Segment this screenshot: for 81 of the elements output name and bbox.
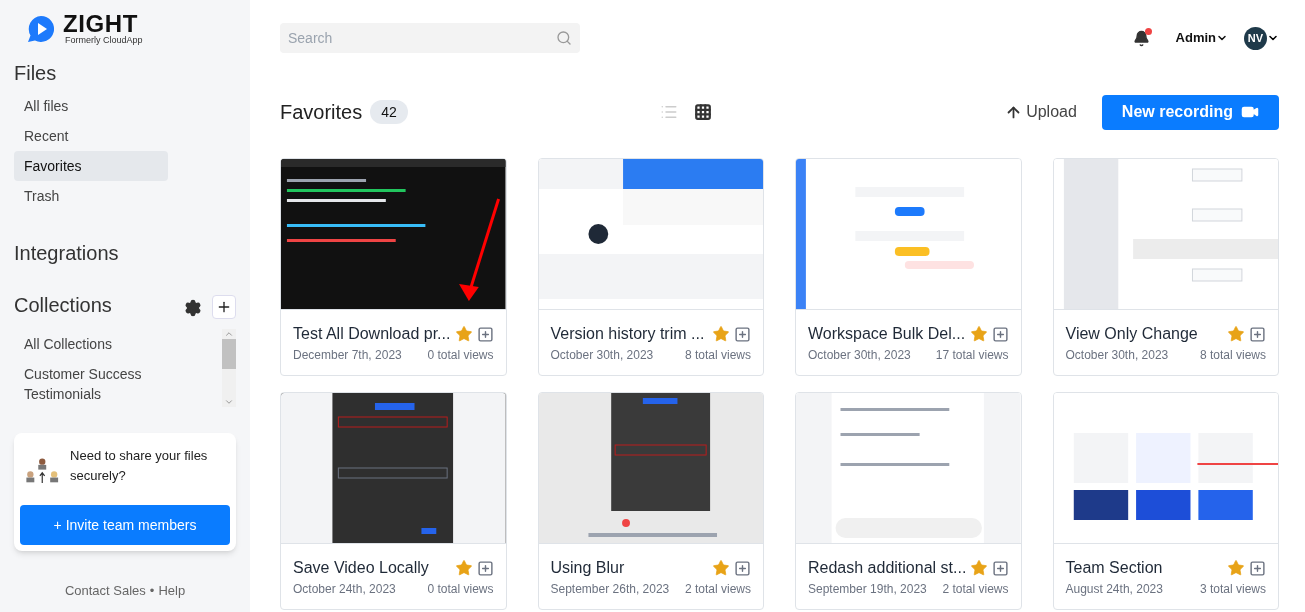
view-count: 0 total views (427, 347, 494, 363)
file-date: August 24th, 2023 (1065, 581, 1163, 597)
star-icon[interactable] (712, 325, 730, 343)
view-count: 2 total views (684, 581, 751, 597)
star-icon[interactable] (454, 325, 473, 343)
file-card[interactable]: Version history trim ... October 30th, 2023 8 total views (537, 158, 764, 376)
new-recording-button[interactable]: New recording (1101, 94, 1279, 130)
file-date: September 19th, 2023 (808, 581, 927, 597)
section-heading: Collections (14, 293, 113, 318)
add-to-collection-icon[interactable] (1249, 559, 1266, 577)
file-title[interactable]: Redash additional st... (808, 558, 966, 578)
logo-icon (27, 14, 55, 43)
view-count: 0 total views (427, 581, 494, 597)
file-card[interactable]: Using Blur September 26th, 2023 2 total views (537, 392, 764, 610)
nav-item[interactable]: Trash (14, 181, 168, 211)
star-icon[interactable] (1227, 325, 1245, 343)
scrollbar[interactable] (222, 329, 236, 407)
list-view-icon[interactable] (660, 103, 679, 121)
nav-item[interactable]: All files (14, 91, 168, 121)
nav-item[interactable]: Favorites (14, 151, 168, 181)
file-date: October 30th, 2023 (550, 347, 654, 363)
star-icon[interactable] (1227, 559, 1245, 577)
file-title[interactable]: Save Video Locally (293, 558, 451, 578)
star-icon[interactable] (969, 559, 988, 577)
settings-icon[interactable] (184, 299, 202, 317)
file-card[interactable]: Team Section August 24th, 2023 3 total views (1052, 392, 1279, 610)
file-title[interactable]: Test All Download pr... (293, 324, 451, 344)
add-collection-button[interactable] (212, 295, 236, 319)
notification-bell-icon[interactable] (1132, 29, 1150, 47)
scroll-up-icon[interactable] (224, 329, 234, 339)
help-link[interactable]: Help (158, 580, 186, 600)
add-to-collection-icon[interactable] (476, 325, 494, 343)
star-icon[interactable] (969, 325, 988, 343)
separator: • (149, 581, 155, 600)
file-title[interactable]: View Only Change (1065, 324, 1223, 344)
file-date: September 26th, 2023 (550, 581, 670, 597)
file-date: October 30th, 2023 (1065, 347, 1169, 363)
add-to-collection-icon[interactable] (991, 559, 1009, 577)
view-count: 2 total views (942, 581, 1009, 597)
view-count: 8 total views (684, 347, 751, 363)
view-count: 17 total views (935, 347, 1009, 363)
grid-view-icon[interactable] (694, 103, 713, 121)
file-title[interactable]: Team Section (1065, 558, 1223, 578)
section-heading[interactable]: Integrations (14, 239, 236, 267)
file-card[interactable]: Save Video Locally October 24th, 2023 0 total views (280, 392, 507, 610)
search-field[interactable]: Search (280, 23, 580, 53)
file-card[interactable]: Test All Download pr... December 7th, 2023 0 total views (280, 158, 507, 376)
collection-item[interactable]: Customer Success Testimonials (14, 364, 154, 404)
upload-button[interactable]: Upload (1005, 100, 1077, 124)
admin-menu[interactable]: Admin (1175, 28, 1228, 48)
page-title: Favorites (280, 100, 363, 125)
brand-name: ZIGHT (63, 12, 138, 36)
file-title[interactable]: Version history trim ... (550, 324, 708, 344)
file-card[interactable]: Redash additional st... September 19th, 2023 2 total views (795, 392, 1022, 610)
star-icon[interactable] (454, 559, 473, 577)
star-icon[interactable] (712, 559, 730, 577)
file-card[interactable]: Workspace Bulk Del... October 30th, 2023 17 total views (795, 158, 1022, 376)
file-date: October 24th, 2023 (293, 581, 396, 597)
add-to-collection-icon[interactable] (1249, 325, 1266, 343)
plus-icon (216, 299, 232, 315)
add-to-collection-icon[interactable] (991, 325, 1009, 343)
count-badge: 42 (370, 100, 408, 124)
file-date: December 7th, 2023 (293, 347, 402, 363)
view-count: 3 total views (1199, 581, 1266, 597)
view-count: 8 total views (1199, 347, 1266, 363)
add-to-collection-icon[interactable] (734, 325, 751, 343)
file-date: October 30th, 2023 (808, 347, 911, 363)
brand-tagline: Formerly CloudApp (65, 36, 143, 45)
invite-button[interactable]: + Invite team members (20, 505, 230, 545)
file-title[interactable]: Using Blur (550, 558, 708, 578)
contact-sales-link[interactable]: Contact Sales (64, 580, 146, 600)
nav-item[interactable]: Recent (14, 121, 168, 151)
file-title[interactable]: Workspace Bulk Del... (808, 324, 966, 344)
file-card[interactable]: View Only Change October 30th, 2023 8 total views (1052, 158, 1279, 376)
search-icon[interactable] (556, 30, 572, 46)
section-heading: Files (14, 61, 58, 86)
scroll-down-icon[interactable] (224, 397, 234, 407)
collection-item[interactable]: All Collections (14, 334, 154, 354)
invite-text: Need to share your files securely? (70, 447, 209, 485)
add-to-collection-icon[interactable] (734, 559, 751, 577)
add-to-collection-icon[interactable] (476, 559, 494, 577)
